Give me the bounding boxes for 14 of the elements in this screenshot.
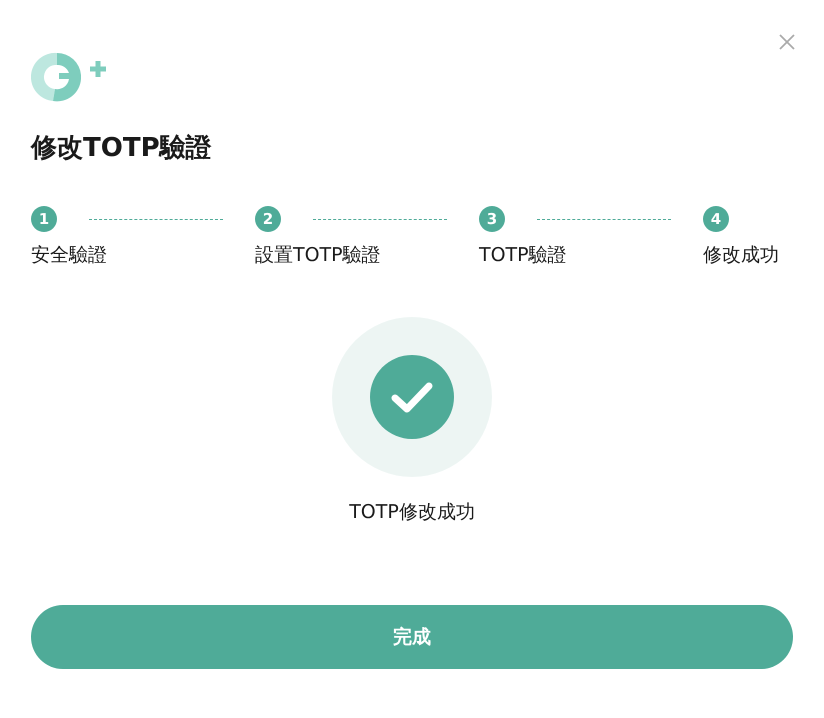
step-number: 1	[31, 206, 57, 232]
close-button[interactable]	[777, 32, 797, 52]
success-message: TOTP修改成功	[349, 500, 475, 525]
step-number: 4	[703, 206, 729, 232]
logo-icon	[31, 51, 107, 103]
step-label: 安全驗證	[31, 243, 107, 268]
step-label: 修改成功	[703, 243, 779, 268]
step-number: 3	[479, 206, 505, 232]
step-label: 設置TOTP驗證	[255, 243, 381, 268]
done-button[interactable]: 完成	[31, 605, 793, 669]
step-label: TOTP驗證	[479, 243, 567, 268]
dialog-title: 修改TOTP驗證	[31, 132, 212, 165]
check-icon	[370, 355, 454, 439]
step-number: 2	[255, 206, 281, 232]
